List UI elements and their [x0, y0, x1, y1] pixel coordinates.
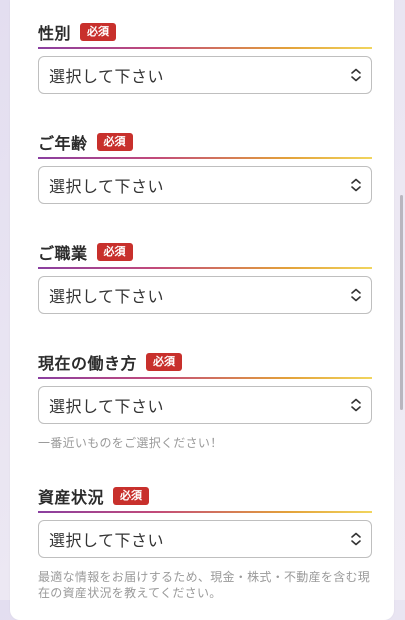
field-label: 資産状況 — [38, 488, 105, 507]
field-assets: 資産状況 必須 選択して下さい 最適な情報をお届けするため、現金・株式・不動産を… — [38, 484, 372, 601]
select-value: 選択して下さい — [49, 531, 165, 550]
field-label-row: 資産状況 必須 — [38, 484, 372, 508]
select-value: 選択して下さい — [49, 397, 165, 416]
assets-select[interactable]: 選択して下さい — [38, 520, 372, 558]
field-label-row: ご年齢 必須 — [38, 130, 372, 154]
required-badge: 必須 — [96, 133, 133, 151]
field-label: ご年齢 — [38, 134, 88, 153]
field-label: 現在の働き方 — [38, 354, 138, 373]
label-underline — [38, 47, 372, 49]
field-work-style: 現在の働き方 必須 選択して下さい 一番近いものをご選択ください！ — [38, 350, 372, 451]
required-badge: 必須 — [113, 487, 150, 505]
select-value: 選択して下さい — [49, 287, 165, 306]
field-label-row: 性別 必須 — [38, 20, 372, 44]
chevron-updown-icon — [351, 68, 361, 82]
select-value: 選択して下さい — [49, 177, 165, 196]
chevron-updown-icon — [351, 398, 361, 412]
chevron-updown-icon — [351, 178, 361, 192]
gender-select[interactable]: 選択して下さい — [38, 56, 372, 94]
label-underline — [38, 157, 372, 159]
scrollbar-thumb[interactable] — [400, 195, 403, 410]
field-hint: 一番近いものをご選択ください！ — [38, 436, 223, 450]
label-underline — [38, 267, 372, 269]
field-label: 性別 — [38, 24, 72, 43]
label-underline — [38, 377, 372, 379]
required-badge: 必須 — [80, 23, 117, 41]
field-age: ご年齢 必須 選択して下さい — [38, 130, 372, 204]
field-label: ご職業 — [38, 244, 88, 263]
required-badge: 必須 — [146, 353, 183, 371]
field-gender: 性別 必須 選択して下さい — [38, 20, 372, 94]
field-hint: 最適な情報をお届けするため、現金・株式・不動産を含む現在の資産状況を教えてくださ… — [38, 570, 371, 600]
required-badge: 必須 — [96, 243, 133, 261]
field-occupation: ご職業 必須 選択して下さい — [38, 240, 372, 314]
field-label-row: 現在の働き方 必須 — [38, 350, 372, 374]
chevron-updown-icon — [351, 288, 361, 302]
select-value: 選択して下さい — [49, 67, 165, 86]
occupation-select[interactable]: 選択して下さい — [38, 276, 372, 314]
work-style-select[interactable]: 選択して下さい — [38, 386, 372, 424]
label-underline — [38, 511, 372, 513]
chevron-updown-icon — [351, 532, 361, 546]
age-select[interactable]: 選択して下さい — [38, 166, 372, 204]
field-label-row: ご職業 必須 — [38, 240, 372, 264]
